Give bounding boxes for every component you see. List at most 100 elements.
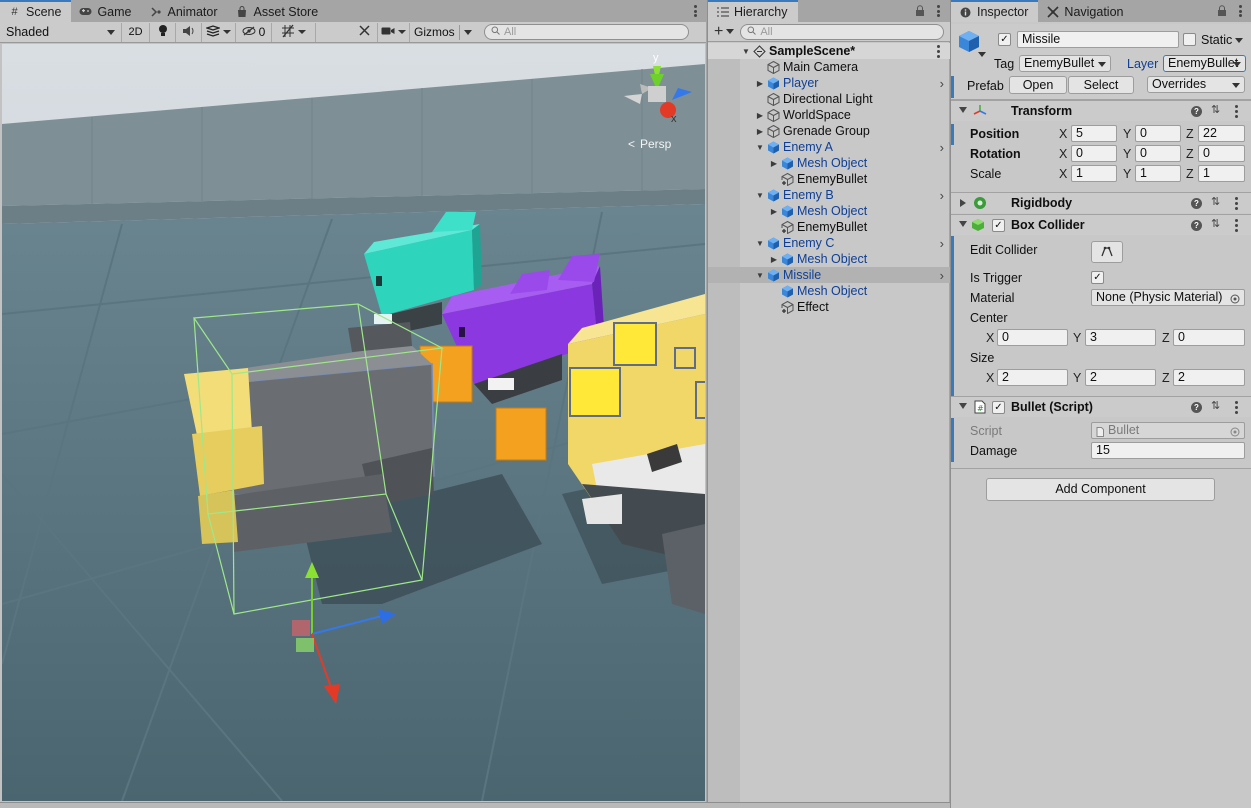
scene-visibility-toggle[interactable]: 0 <box>236 22 272 42</box>
position-z-field[interactable]: 22 <box>1198 125 1245 142</box>
object-name-field[interactable]: Missile <box>1017 31 1179 48</box>
hierarchy-item[interactable]: EnemyBullet <box>708 171 950 187</box>
tab-hierarchy[interactable]: Hierarchy <box>708 0 798 22</box>
center-y-field[interactable]: 3 <box>1085 329 1156 346</box>
hierarchy-item[interactable]: Effect <box>708 299 950 315</box>
hierarchy-item[interactable]: ▼ Enemy B › <box>708 187 950 203</box>
prefab-select-button[interactable]: Select <box>1068 76 1134 94</box>
center-z-field[interactable]: 0 <box>1173 329 1245 346</box>
rigidbody-header[interactable]: Rigidbody ? ⇅ <box>951 192 1251 213</box>
hierarchy-item[interactable]: ▶ WorldSpace <box>708 107 950 123</box>
hierarchy-scene-row[interactable]: ▼ SampleScene* <box>708 43 950 59</box>
rotation-z-field[interactable]: 0 <box>1198 145 1245 162</box>
shading-mode-dropdown[interactable]: Shaded <box>0 22 122 42</box>
presets-icon[interactable]: ⇅ <box>1211 401 1223 412</box>
help-icon[interactable]: ? <box>1191 106 1202 117</box>
hierarchy-item[interactable]: Directional Light <box>708 91 950 107</box>
box-collider-enabled-checkbox[interactable]: ✓ <box>992 219 1005 232</box>
hierarchy-menu-icon[interactable] <box>933 4 943 18</box>
center-x-field[interactable]: 0 <box>997 329 1068 346</box>
foldout-open-icon[interactable] <box>959 107 967 113</box>
effects-toggle[interactable] <box>202 22 236 42</box>
rotation-y-field[interactable]: 0 <box>1135 145 1181 162</box>
prefab-open-chevron-icon[interactable]: › <box>940 268 944 283</box>
gizmos-dropdown[interactable]: Gizmos <box>410 23 476 42</box>
position-y-field[interactable]: 0 <box>1135 125 1181 142</box>
scale-y-field[interactable]: 1 <box>1135 165 1181 182</box>
lock-icon[interactable] <box>1217 5 1227 20</box>
rotation-x-field[interactable]: 0 <box>1071 145 1117 162</box>
tab-navigation[interactable]: Navigation <box>1038 1 1133 22</box>
component-menu-icon[interactable] <box>1235 219 1238 234</box>
create-button[interactable]: + <box>714 23 735 39</box>
collapse-arrow-icon[interactable]: ▶ <box>768 255 780 264</box>
scale-z-field[interactable]: 1 <box>1198 165 1245 182</box>
size-x-field[interactable]: 2 <box>997 369 1068 386</box>
expand-arrow-icon[interactable]: ▼ <box>754 239 766 248</box>
tab-inspector[interactable]: Inspector <box>951 0 1039 22</box>
object-picker-icon[interactable] <box>1230 293 1240 307</box>
active-checkbox[interactable]: ✓ <box>998 33 1011 46</box>
prefab-open-button[interactable]: Open <box>1009 76 1067 94</box>
collapse-arrow-icon[interactable]: ▶ <box>754 79 766 88</box>
scale-x-field[interactable]: 1 <box>1071 165 1117 182</box>
hierarchy-item[interactable]: ▶ Mesh Object <box>708 203 950 219</box>
prefab-open-chevron-icon[interactable]: › <box>940 140 944 155</box>
object-picker-icon[interactable] <box>1230 426 1240 440</box>
position-x-field[interactable]: 5 <box>1071 125 1117 142</box>
collapse-arrow-icon[interactable]: ▶ <box>754 127 766 136</box>
expand-arrow-icon[interactable]: ▼ <box>754 143 766 152</box>
lock-icon[interactable] <box>915 5 925 20</box>
edit-collider-button[interactable] <box>1091 241 1123 263</box>
camera-settings-button[interactable] <box>378 22 410 42</box>
collapse-arrow-icon[interactable]: ▶ <box>768 159 780 168</box>
presets-icon[interactable]: ⇅ <box>1211 197 1223 208</box>
material-field[interactable]: None (Physic Material) <box>1091 289 1245 306</box>
layer-dropdown[interactable]: EnemyBullet <box>1163 55 1246 72</box>
projection-label[interactable]: Persp <box>640 137 672 151</box>
prefab-open-chevron-icon[interactable]: › <box>940 76 944 91</box>
hierarchy-item[interactable]: Main Camera <box>708 59 950 75</box>
help-icon[interactable]: ? <box>1191 402 1202 413</box>
tag-dropdown[interactable]: EnemyBullet <box>1019 55 1111 72</box>
hierarchy-item[interactable]: EnemyBullet <box>708 219 950 235</box>
size-y-field[interactable]: 2 <box>1085 369 1156 386</box>
hierarchy-item[interactable]: ▼ Enemy C › <box>708 235 950 251</box>
tools-button[interactable] <box>352 22 378 42</box>
scene-viewport[interactable]: y x < Persp <box>2 44 705 801</box>
toggle-2d-button[interactable]: 2D <box>122 22 150 42</box>
bullet-script-enabled-checkbox[interactable]: ✓ <box>992 401 1005 414</box>
hierarchy-item[interactable]: ▶ Player › <box>708 75 950 91</box>
chevron-down-icon[interactable] <box>978 52 986 57</box>
presets-icon[interactable]: ⇅ <box>1211 219 1223 230</box>
hierarchy-search-input[interactable]: All <box>740 23 945 40</box>
lighting-toggle[interactable] <box>150 22 176 42</box>
hierarchy-item[interactable]: ▼ Enemy A › <box>708 139 950 155</box>
scene-menu-icon[interactable] <box>937 45 940 60</box>
bullet-script-header[interactable]: # ✓ Bullet (Script) ? ⇅ <box>951 396 1251 417</box>
component-menu-icon[interactable] <box>1235 105 1238 120</box>
foldout-open-icon[interactable] <box>959 221 967 227</box>
gizmos-menu-arrow[interactable] <box>459 24 472 40</box>
is-trigger-checkbox[interactable]: ✓ <box>1091 271 1104 284</box>
hierarchy-item[interactable]: Mesh Object <box>708 283 950 299</box>
foldout-closed-icon[interactable] <box>960 199 966 207</box>
foldout-open-icon[interactable] <box>959 403 967 409</box>
hierarchy-item[interactable]: ▶ Mesh Object <box>708 251 950 267</box>
prefab-overrides-dropdown[interactable]: Overrides <box>1147 76 1245 93</box>
help-icon[interactable]: ? <box>1191 220 1202 231</box>
prefab-open-chevron-icon[interactable]: › <box>940 188 944 203</box>
grid-toggle[interactable] <box>272 22 316 42</box>
tab-game[interactable]: Game <box>71 1 141 22</box>
hierarchy-item[interactable]: ▼ Missile › <box>708 267 950 283</box>
help-icon[interactable]: ? <box>1191 198 1202 209</box>
component-menu-icon[interactable] <box>1235 197 1238 212</box>
presets-icon[interactable]: ⇅ <box>1211 105 1223 116</box>
audio-toggle[interactable] <box>176 22 202 42</box>
size-z-field[interactable]: 2 <box>1173 369 1245 386</box>
collapse-arrow-icon[interactable]: ▶ <box>768 207 780 216</box>
tab-scene[interactable]: # Scene <box>0 0 72 22</box>
collapse-arrow-icon[interactable]: ▶ <box>754 111 766 120</box>
inspector-menu-icon[interactable] <box>1235 4 1245 18</box>
expand-arrow-icon[interactable]: ▼ <box>754 191 766 200</box>
